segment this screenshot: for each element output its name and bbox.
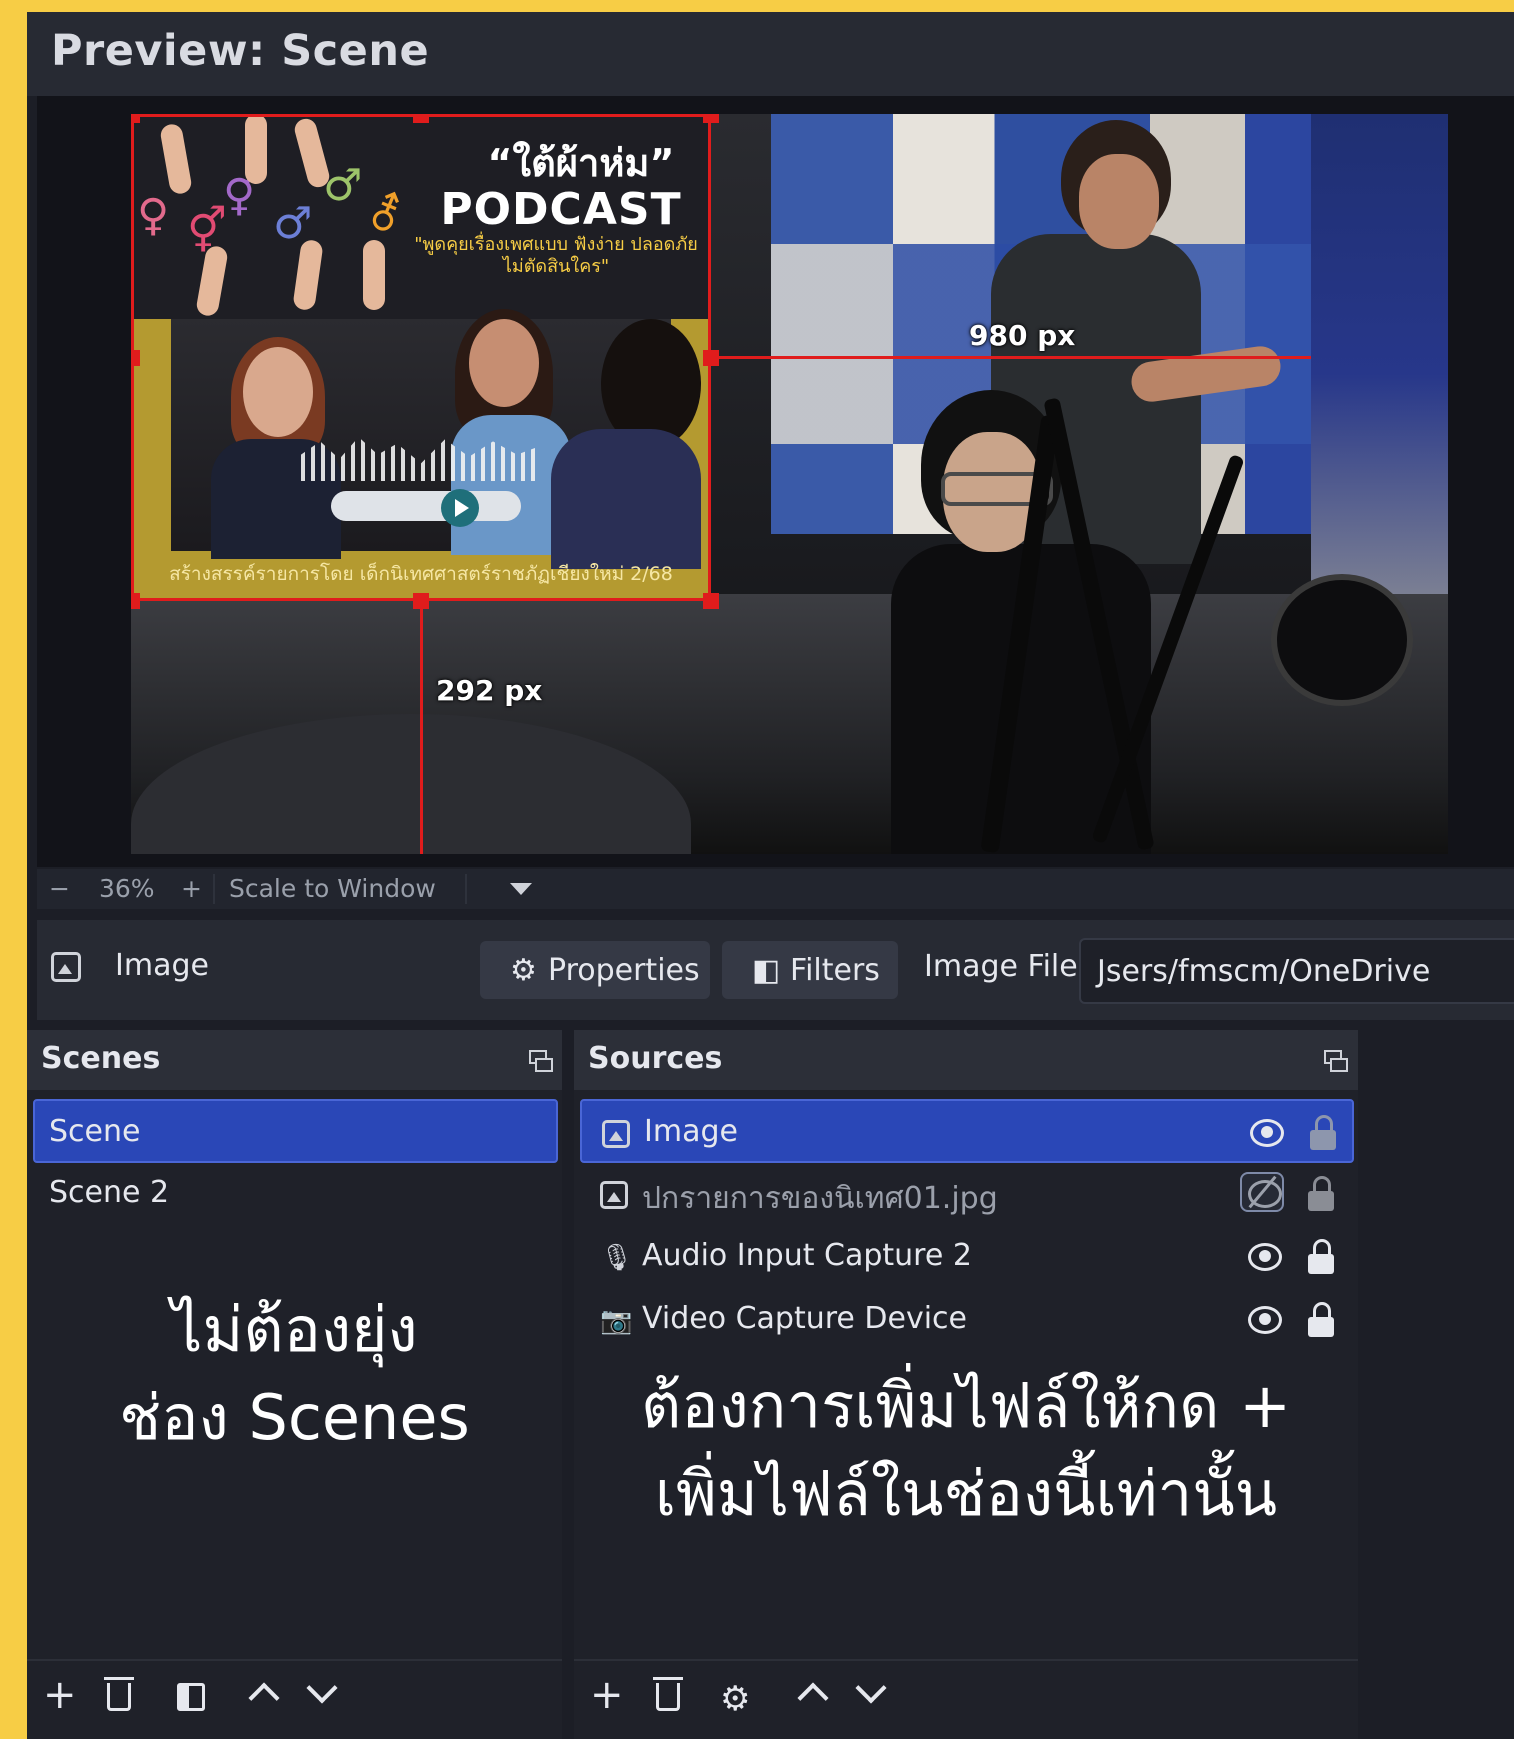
lock-icon[interactable] — [1306, 1302, 1336, 1338]
scenes-annotation-line2: ช่อง Scenes — [119, 1381, 470, 1454]
scene-item-label: Scene — [49, 1114, 141, 1149]
properties-button[interactable]: ⚙ Properties — [480, 941, 710, 999]
move-down-icon[interactable] — [306, 1672, 338, 1704]
preview-header: Preview: Scene — [27, 12, 1514, 96]
transform-handle-bottom-right[interactable] — [703, 593, 719, 609]
zoom-in-button[interactable]: + — [181, 874, 202, 903]
image-file-label: Image File — [924, 949, 1078, 984]
scene-filters-icon[interactable] — [177, 1683, 205, 1711]
gear-icon[interactable]: ⚙ — [720, 1679, 750, 1719]
distance-label-bottom: 292 px — [436, 674, 543, 707]
unlock-icon[interactable] — [1308, 1115, 1338, 1151]
scene-item-label: Scene 2 — [49, 1175, 170, 1210]
camera-icon: 📷 — [600, 1306, 633, 1336]
sources-dock-title: Sources — [588, 1041, 723, 1076]
pop-filter — [1271, 574, 1413, 706]
move-up-icon[interactable] — [797, 1682, 829, 1714]
image-icon — [51, 952, 81, 982]
source-item-label: Audio Input Capture 2 — [642, 1238, 972, 1273]
obs-window: Preview: Scene ♀ ⚥ ⚥ ♂ ♂ ⚦ “ใต้ผ้าห่ม” P… — [27, 12, 1514, 1739]
undock-icon[interactable] — [1324, 1050, 1348, 1072]
source-item-label: ปกรายการของนิเทศ01.jpg — [642, 1181, 998, 1216]
scene-canvas[interactable]: ♀ ⚥ ⚥ ♂ ♂ ⚦ “ใต้ผ้าห่ม” PODCAST "พูดคุยเ… — [131, 114, 1448, 854]
source-item[interactable]: Image — [580, 1099, 1354, 1163]
lock-icon[interactable] — [1306, 1239, 1336, 1275]
move-up-icon[interactable] — [248, 1682, 280, 1714]
transform-selection-box[interactable] — [131, 114, 711, 601]
source-item[interactable]: 📷 Video Capture Device — [580, 1288, 1354, 1352]
source-item-label: Image — [644, 1114, 738, 1149]
standing-person-face — [1079, 154, 1159, 249]
source-context-bar: Image ⚙ Properties ◧ Filters Image File … — [37, 920, 1514, 1020]
image-file-path-field[interactable]: Jsers/fmscm/OneDrive — [1079, 938, 1514, 1004]
distance-guide-right — [711, 356, 1311, 359]
zoom-bar: − 36% + Scale to Window — [37, 869, 1514, 909]
scene-item[interactable]: Scene 2 — [33, 1162, 558, 1226]
filters-label: Filters — [790, 952, 880, 988]
filters-button[interactable]: ◧ Filters — [722, 941, 898, 999]
scenes-dock-title: Scenes — [41, 1041, 161, 1076]
sources-annotation-line2: เพิ่มไฟล์ในช่องนี้เท่านั้น — [654, 1457, 1278, 1530]
zoom-out-button[interactable]: − — [49, 874, 70, 903]
divider — [213, 874, 215, 904]
zoom-value: 36% — [99, 874, 155, 903]
scenes-dock: Scenes Scene Scene 2 ไม่ต้องยุ่ง ช่อง Sc… — [27, 1030, 562, 1739]
visibility-eye-icon[interactable] — [1248, 1243, 1282, 1271]
remove-scene-icon[interactable] — [104, 1677, 134, 1711]
chevron-down-icon[interactable] — [510, 883, 532, 895]
transform-handle-top[interactable] — [413, 114, 429, 123]
add-scene-icon[interactable]: + — [43, 1675, 77, 1715]
undock-icon[interactable] — [529, 1050, 553, 1072]
add-source-icon[interactable]: + — [590, 1675, 624, 1715]
transform-handle-bottom-left[interactable] — [131, 593, 140, 609]
filter-icon: ◧ — [752, 953, 781, 988]
source-item-label: Video Capture Device — [642, 1301, 968, 1336]
distance-label-right: 980 px — [969, 319, 1076, 352]
sources-toolbar: + ⚙ — [574, 1659, 1358, 1739]
distance-guide-bottom — [420, 601, 423, 854]
divider — [465, 874, 467, 904]
studio-wall-corner — [1311, 114, 1448, 634]
image-icon — [600, 1181, 628, 1209]
gear-icon: ⚙ — [510, 953, 537, 988]
scenes-dock-header: Scenes — [27, 1030, 562, 1090]
source-type-label: Image — [115, 948, 209, 983]
transform-handle-top-left[interactable] — [131, 114, 140, 123]
sources-dock: Sources Image ปกรายการของนิเทศ01.jpg 🎙 A… — [574, 1030, 1358, 1739]
scenes-annotation-line1: ไม่ต้องยุ่ง — [171, 1293, 418, 1366]
source-item[interactable]: ปกรายการของนิเทศ01.jpg — [580, 1162, 1354, 1226]
properties-label: Properties — [548, 952, 700, 988]
sources-annotation-line1: ต้องการเพิ่มไฟล์ให้กด + — [640, 1369, 1292, 1442]
image-icon — [602, 1120, 630, 1148]
remove-source-icon[interactable] — [653, 1677, 683, 1711]
scene-item[interactable]: Scene — [33, 1099, 558, 1163]
source-item[interactable]: 🎙 Audio Input Capture 2 — [580, 1225, 1354, 1289]
scale-mode-select[interactable]: Scale to Window — [229, 874, 436, 903]
sources-dock-header: Sources — [574, 1030, 1358, 1090]
preview-area[interactable]: ♀ ⚥ ⚥ ♂ ♂ ⚦ “ใต้ผ้าห่ม” PODCAST "พูดคุยเ… — [37, 96, 1514, 867]
visibility-hidden-icon[interactable] — [1240, 1172, 1284, 1212]
scenes-toolbar: + — [27, 1659, 562, 1739]
move-down-icon[interactable] — [855, 1672, 887, 1704]
transform-handle-left[interactable] — [131, 350, 140, 366]
visibility-eye-icon[interactable] — [1250, 1119, 1284, 1147]
unlock-icon[interactable] — [1306, 1176, 1336, 1212]
visibility-eye-icon[interactable] — [1248, 1306, 1282, 1334]
microphone-icon: 🎙 — [600, 1243, 634, 1273]
transform-handle-top-right[interactable] — [703, 114, 719, 123]
preview-title: Preview: Scene — [51, 26, 430, 76]
